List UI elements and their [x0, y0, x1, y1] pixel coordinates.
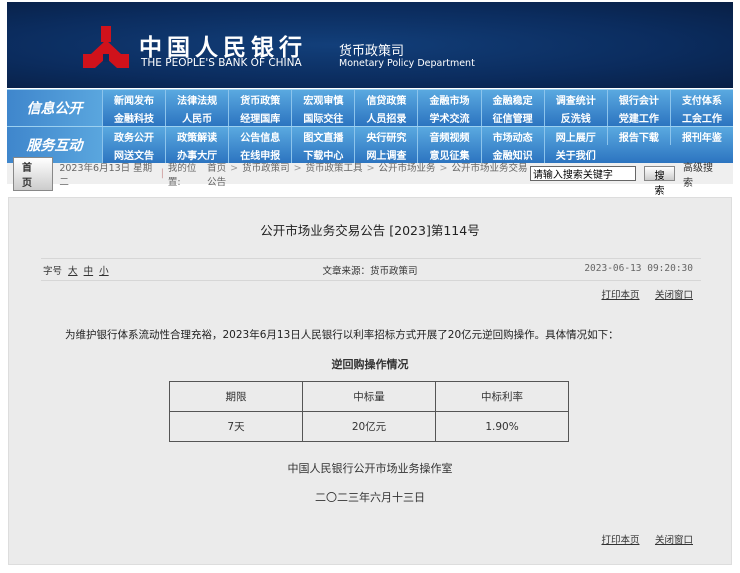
chevron-right-icon: > — [293, 162, 302, 174]
nav-item[interactable]: 支付体系 — [669, 90, 733, 108]
dept-name-en: Monetary Policy Department — [339, 58, 475, 69]
divider — [41, 258, 701, 259]
nav-item[interactable]: 音频视频 — [417, 127, 480, 145]
nav-item[interactable]: 信贷政策 — [354, 90, 417, 108]
chevron-right-icon: > — [230, 162, 239, 174]
repo-table: 期限 中标量 中标利率 7天 20亿元 1.90% — [169, 381, 569, 442]
nav-item[interactable]: 报刊年鉴 — [669, 127, 733, 145]
nav-item[interactable]: 法律法规 — [165, 90, 228, 108]
nav-item[interactable]: 政务公开 — [102, 127, 165, 145]
cell-term: 7天 — [169, 411, 303, 442]
chevron-right-icon: > — [439, 162, 448, 174]
nav-item[interactable]: 新闻发布 — [102, 90, 165, 108]
chevron-right-icon: > — [366, 162, 375, 174]
location-label: 我的位置: — [167, 162, 197, 188]
table-header-row: 期限 中标量 中标利率 — [169, 381, 569, 412]
breadcrumb: 首页 > 货币政策司 > 货币政策工具 > 公开市场业务 > 公开市场业务交易公告 — [207, 160, 530, 188]
article-title: 公开市场业务交易公告 [2023]第114号 — [260, 223, 480, 238]
article-paragraph: 为维护银行体系流动性合理充裕，2023年6月13日人民银行以利率招标方式开展了2… — [65, 329, 619, 341]
print-link[interactable]: 打印本页 — [601, 290, 639, 301]
article-datetime: 2023-06-13 09:20:30 — [584, 263, 693, 274]
nav-item[interactable]: 党建工作 — [606, 108, 670, 126]
nav-item[interactable]: 政策解读 — [165, 127, 228, 145]
sign-date: 二〇二三年六月十三日 — [315, 491, 425, 504]
nav-info-public: 信息公开 新闻发布 法律法规 货币政策 宏观审慎 信贷政策 金融市场 金融稳定 调查统计 银行会… — [7, 89, 733, 126]
nav-item[interactable]: 市场动态 — [480, 127, 544, 145]
close-window-link-bottom[interactable]: 关闭窗口 — [655, 535, 693, 546]
cell-volume: 20亿元 — [302, 411, 436, 442]
nav-item[interactable]: 国际交往 — [291, 108, 354, 126]
nav-item[interactable]: 金融稳定 — [480, 90, 544, 108]
header-volume: 中标量 — [302, 381, 436, 412]
current-date: 2023年6月13日 星期二 — [59, 162, 153, 188]
header-rate: 中标利率 — [435, 381, 569, 412]
nav-item[interactable]: 公告信息 — [228, 127, 291, 145]
signature: 中国人民银行公开市场业务操作室 — [287, 462, 453, 475]
nav-item[interactable]: 宏观审慎 — [291, 90, 354, 108]
nav-item[interactable]: 调查统计 — [543, 90, 607, 108]
nav-item[interactable]: 报告下载 — [606, 127, 670, 145]
table-row: 7天 20亿元 1.90% — [169, 411, 569, 442]
nav-item[interactable]: 金融科技 — [102, 108, 165, 126]
nav-item[interactable]: 货币政策 — [228, 90, 291, 108]
nav-item[interactable]: 反洗钱 — [543, 108, 607, 126]
nav-item[interactable]: 人员招录 — [354, 108, 417, 126]
site-header: 中国人民银行 THE PEOPLE'S BANK OF CHINA 货币政策司 … — [7, 2, 733, 88]
pboc-logo-icon — [83, 26, 129, 68]
divider: | — [160, 168, 164, 179]
header-term: 期限 — [169, 381, 303, 412]
table-title: 逆回购操作情况 — [331, 358, 409, 371]
nav-item[interactable]: 征信管理 — [480, 108, 544, 126]
breadcrumb-bar: 首 页 2023年6月13日 星期二 | 我的位置: 首页 > 货币政策司 > 货币政策… — [7, 156, 733, 197]
nav-label: 信息公开 — [7, 90, 102, 126]
nav-item[interactable]: 图文直播 — [291, 127, 354, 145]
dept-name-cn: 货币政策司 — [339, 44, 405, 59]
bank-name-en: THE PEOPLE'S BANK OF CHINA — [141, 57, 302, 69]
print-link-bottom[interactable]: 打印本页 — [601, 535, 639, 546]
divider — [41, 280, 701, 281]
home-button[interactable]: 首 页 — [13, 156, 54, 191]
nav-item[interactable]: 金融市场 — [417, 90, 480, 108]
breadcrumb-item[interactable]: 公开市场业务 — [379, 163, 436, 174]
nav-item[interactable]: 关于我们 — [543, 145, 607, 163]
nav-item[interactable]: 工会工作 — [669, 108, 733, 126]
nav-item[interactable]: 学术交流 — [417, 108, 480, 126]
nav-service: 服务互动 政务公开 政策解读 公告信息 图文直播 央行研究 音频视频 市场动态 网上展厅 报告下… — [7, 126, 733, 163]
breadcrumb-item[interactable]: 首页 — [207, 163, 226, 174]
breadcrumb-item[interactable]: 货币政策工具 — [306, 163, 363, 174]
nav-item[interactable]: 人民币 — [165, 108, 228, 126]
close-window-link[interactable]: 关闭窗口 — [655, 290, 693, 301]
search-input[interactable] — [529, 166, 636, 181]
advanced-search-link[interactable]: 高级搜索 — [683, 159, 721, 189]
nav-item[interactable]: 经理国库 — [228, 108, 291, 126]
search-button[interactable]: 搜索 — [643, 166, 675, 197]
cell-rate: 1.90% — [435, 411, 569, 442]
breadcrumb-item[interactable]: 货币政策司 — [242, 163, 290, 174]
article-panel: 公开市场业务交易公告 [2023]第114号 字号 大 中 小 文章来源：货币政… — [8, 197, 732, 565]
nav-item[interactable]: 央行研究 — [354, 127, 417, 145]
nav-item[interactable]: 网上展厅 — [543, 127, 607, 145]
nav-item[interactable]: 银行会计 — [606, 90, 670, 108]
